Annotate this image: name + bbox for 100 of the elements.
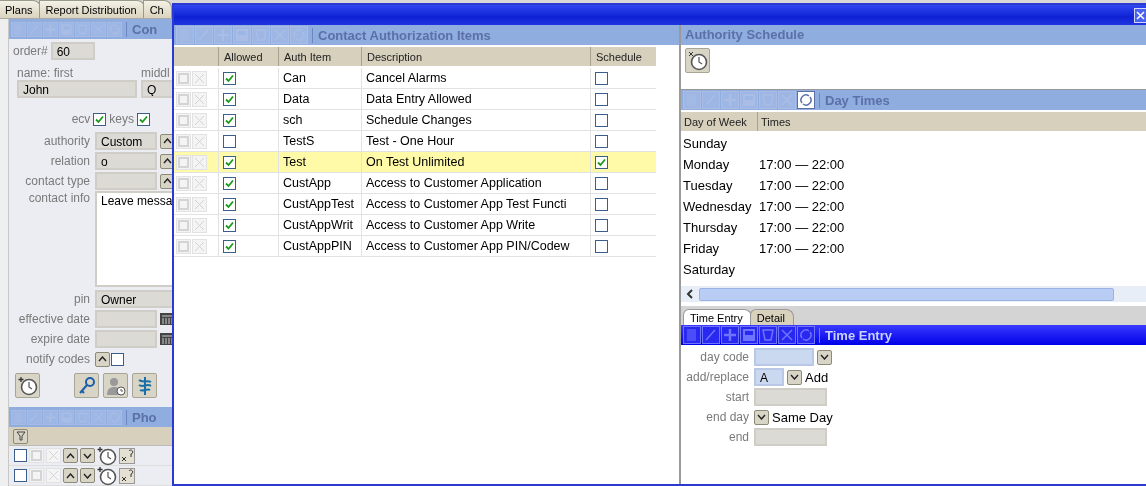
checkbox[interactable]: [223, 176, 236, 190]
time-field[interactable]: [754, 428, 827, 446]
dropdown-button[interactable]: [817, 349, 832, 365]
horizontal-scrollbar[interactable]: [681, 286, 1146, 302]
tab[interactable]: Ch: [142, 0, 172, 18]
column-header[interactable]: Times: [757, 112, 957, 131]
checkbox[interactable]: [223, 134, 236, 148]
caret-icon[interactable]: [757, 414, 766, 420]
save-icon[interactable]: [59, 409, 74, 425]
checkbox[interactable]: [223, 155, 236, 169]
close-button[interactable]: [1134, 7, 1146, 23]
delete-schedule-icon[interactable]: [119, 467, 135, 484]
table-row[interactable]: CustAppTest Access to Customer App Test Functi: [174, 194, 656, 215]
delete-button[interactable]: [192, 238, 207, 254]
plus-icon[interactable]: [43, 409, 58, 425]
checkbox[interactable]: [223, 113, 236, 127]
list-icon[interactable]: [683, 326, 701, 344]
bin-icon[interactable]: [759, 326, 777, 344]
contact-info-field[interactable]: Leave messa: [95, 191, 172, 287]
move-down-button[interactable]: [80, 468, 95, 483]
checkbox[interactable]: [93, 112, 107, 126]
save-button[interactable]: [176, 91, 191, 107]
table-row[interactable]: TestS Test - One Hour: [174, 131, 656, 152]
delete-button[interactable]: [192, 112, 207, 128]
date-field[interactable]: [95, 310, 157, 328]
checkbox[interactable]: [595, 71, 608, 85]
day-code-field[interactable]: [754, 348, 814, 366]
checkbox[interactable]: [14, 449, 27, 462]
delete-button[interactable]: [192, 70, 207, 86]
save-button[interactable]: [176, 238, 191, 254]
checkbox[interactable]: [111, 352, 124, 366]
delete-button[interactable]: [192, 196, 207, 212]
calendar-icon[interactable]: [160, 332, 172, 346]
delete-button[interactable]: [192, 154, 207, 170]
select-field[interactable]: [95, 172, 157, 190]
delete-button[interactable]: [192, 175, 207, 191]
table-row[interactable]: Data Data Entry Allowed: [174, 89, 656, 110]
caret-icon[interactable]: [163, 178, 172, 184]
spinner-button[interactable]: [160, 173, 172, 189]
tab[interactable]: Report Distribution: [38, 0, 145, 18]
spinner-button[interactable]: [160, 133, 172, 149]
date-field[interactable]: [95, 330, 157, 348]
checkbox[interactable]: [595, 134, 608, 148]
person-clock-button[interactable]: [103, 373, 128, 398]
caret-icon[interactable]: [163, 158, 172, 164]
save-button[interactable]: [176, 217, 191, 233]
checkbox[interactable]: [595, 197, 608, 211]
column-header[interactable]: Day of Week: [681, 112, 757, 131]
table-row[interactable]: CustAppPIN Access to Customer App PIN/Codew: [174, 236, 656, 257]
column-header[interactable]: Description: [361, 47, 590, 66]
checkbox[interactable]: [595, 92, 608, 106]
tab[interactable]: Time Entry: [683, 309, 752, 325]
edit-icon[interactable]: [702, 326, 720, 344]
code-field[interactable]: A: [754, 368, 784, 386]
checkbox[interactable]: [595, 218, 608, 232]
checkbox[interactable]: [223, 92, 236, 106]
list-icon[interactable]: [11, 21, 26, 37]
order-field[interactable]: 60: [50, 42, 95, 60]
table-row[interactable]: Test On Test Unlimited: [174, 152, 656, 173]
time-field[interactable]: [754, 388, 827, 406]
close-icon[interactable]: [778, 326, 796, 344]
plus-icon[interactable]: [43, 21, 58, 37]
bin-icon[interactable]: [75, 21, 90, 37]
checkbox[interactable]: [14, 469, 27, 482]
add-schedule-button[interactable]: [15, 373, 40, 398]
clear-schedule-button[interactable]: [685, 48, 710, 73]
caret-icon[interactable]: [790, 374, 799, 380]
checkbox[interactable]: [223, 239, 236, 253]
checkbox[interactable]: [223, 218, 236, 232]
table-row[interactable]: CustAppWrit Access to Customer App Write: [174, 215, 656, 236]
save-button[interactable]: [176, 196, 191, 212]
table-row[interactable]: Can Cancel Alarms: [174, 68, 656, 89]
caret-icon[interactable]: [820, 354, 829, 360]
filter-button[interactable]: [13, 428, 28, 444]
checkbox[interactable]: [223, 71, 236, 85]
close-icon[interactable]: [91, 409, 106, 425]
bin-icon[interactable]: [75, 409, 90, 425]
column-header[interactable]: Allowed: [218, 47, 278, 66]
column-header[interactable]: Schedule: [590, 47, 656, 66]
select-field[interactable]: o: [95, 152, 157, 170]
save-icon[interactable]: [59, 21, 74, 37]
dropdown-button[interactable]: [754, 409, 769, 425]
calendar-icon[interactable]: [160, 312, 172, 326]
checkbox[interactable]: [595, 113, 608, 127]
save-icon[interactable]: [740, 326, 758, 344]
move-up-button[interactable]: [63, 468, 78, 483]
key-button[interactable]: [74, 373, 99, 398]
checkbox[interactable]: [137, 112, 150, 126]
save-button[interactable]: [176, 70, 191, 86]
tab[interactable]: Plans: [0, 0, 41, 18]
middle-name-field[interactable]: Q: [141, 80, 172, 98]
text-field[interactable]: Owner: [95, 290, 172, 308]
checkbox[interactable]: [595, 239, 608, 253]
delete-button[interactable]: [192, 217, 207, 233]
refresh-icon[interactable]: [797, 326, 815, 344]
spinner-button[interactable]: [95, 351, 110, 367]
table-row[interactable]: CustApp Access to Customer Application: [174, 173, 656, 194]
move-down-button[interactable]: [80, 448, 95, 463]
first-name-field[interactable]: John: [17, 80, 137, 98]
table-row[interactable]: sch Schedule Changes: [174, 110, 656, 131]
